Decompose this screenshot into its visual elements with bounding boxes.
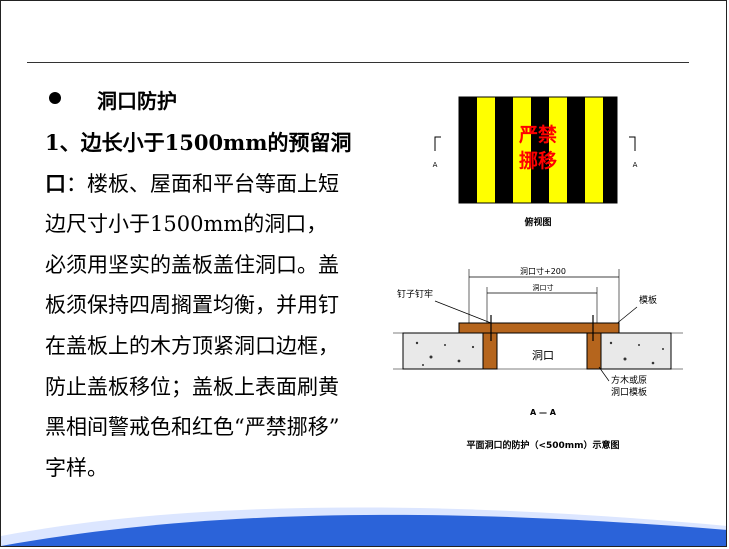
svg-text:洞口寸: 洞口寸 <box>533 283 554 292</box>
figure-drawing: 严禁 挪移 A A 俯视图 洞口寸+200 洞口寸 钉子钉牢 模板 洞口 方木或… <box>393 96 683 451</box>
body-line-5: 在盖板上的木方顶紧洞口边框， <box>45 333 339 358</box>
timber-frame-left <box>482 332 498 370</box>
body-line-3: 必须用坚实的盖板盖住洞口。盖 <box>45 252 339 277</box>
cover-board <box>458 322 620 334</box>
dimension-inner: 洞口寸 <box>486 283 598 325</box>
section-marker-right: A <box>629 136 638 169</box>
plan-caption: 俯视图 <box>524 216 551 228</box>
svg-text:A: A <box>633 161 638 169</box>
nail-label: 钉子钉牢 <box>397 288 433 300</box>
body-line-1-rest: ：楼板、屋面和平台等面上短 <box>66 171 339 196</box>
hole-protection-figure: 严禁 挪移 A A 俯视图 洞口寸+200 洞口寸 钉子钉牢 模板 洞口 方木或… <box>393 85 693 465</box>
body-line-4: 板须保持四周搁置均衡，并用钉 <box>45 293 339 318</box>
body-line-6: 防止盖板移位；盖板上表面刷黄 <box>45 374 339 399</box>
subtitle-line: 1、边长小于1500mm的预留洞 <box>45 130 352 155</box>
slide: 洞口防护 1、边长小于1500mm的预留洞 口：楼板、屋面和平台等面上短 边尺寸… <box>0 0 727 547</box>
timber-frame-right <box>586 332 602 370</box>
hole-label: 洞口 <box>532 349 554 362</box>
bullet-icon <box>49 92 61 104</box>
figure-caption: 平面洞口的防护（<500mm）示意图 <box>466 439 619 451</box>
board-label: 模板 <box>639 294 657 306</box>
body-text: 1、边长小于1500mm的预留洞 口：楼板、屋面和平台等面上短 边尺寸小于150… <box>45 123 395 488</box>
concrete-slab-left <box>402 332 484 370</box>
frame-label-line1: 方木或原 <box>611 374 647 386</box>
section-marker-left: A <box>433 136 441 169</box>
top-divider <box>27 62 689 63</box>
svg-text:A: A <box>433 161 438 169</box>
bottom-wave-decoration <box>1 507 726 546</box>
body-line-1-lead: 口 <box>45 170 66 196</box>
body-line-1: 口：楼板、屋面和平台等面上短 <box>45 164 395 205</box>
warning-text-line1: 严禁 <box>519 123 557 146</box>
frame-label-line2: 洞口模板 <box>611 386 647 398</box>
plan-view-cover: 严禁 挪移 <box>458 96 618 204</box>
body-line-2: 边尺寸小于1500mm的洞口， <box>45 212 328 237</box>
svg-text:洞口寸+200: 洞口寸+200 <box>520 266 566 276</box>
section-title: 洞口防护 <box>97 89 177 113</box>
body-line-8: 字样。 <box>45 455 108 480</box>
section-caption: A — A <box>530 408 557 417</box>
body-line-7: 黑相间警戒色和红色“严禁挪移” <box>45 415 340 440</box>
concrete-slab-right <box>600 332 672 370</box>
warning-text-line2: 挪移 <box>519 149 557 172</box>
